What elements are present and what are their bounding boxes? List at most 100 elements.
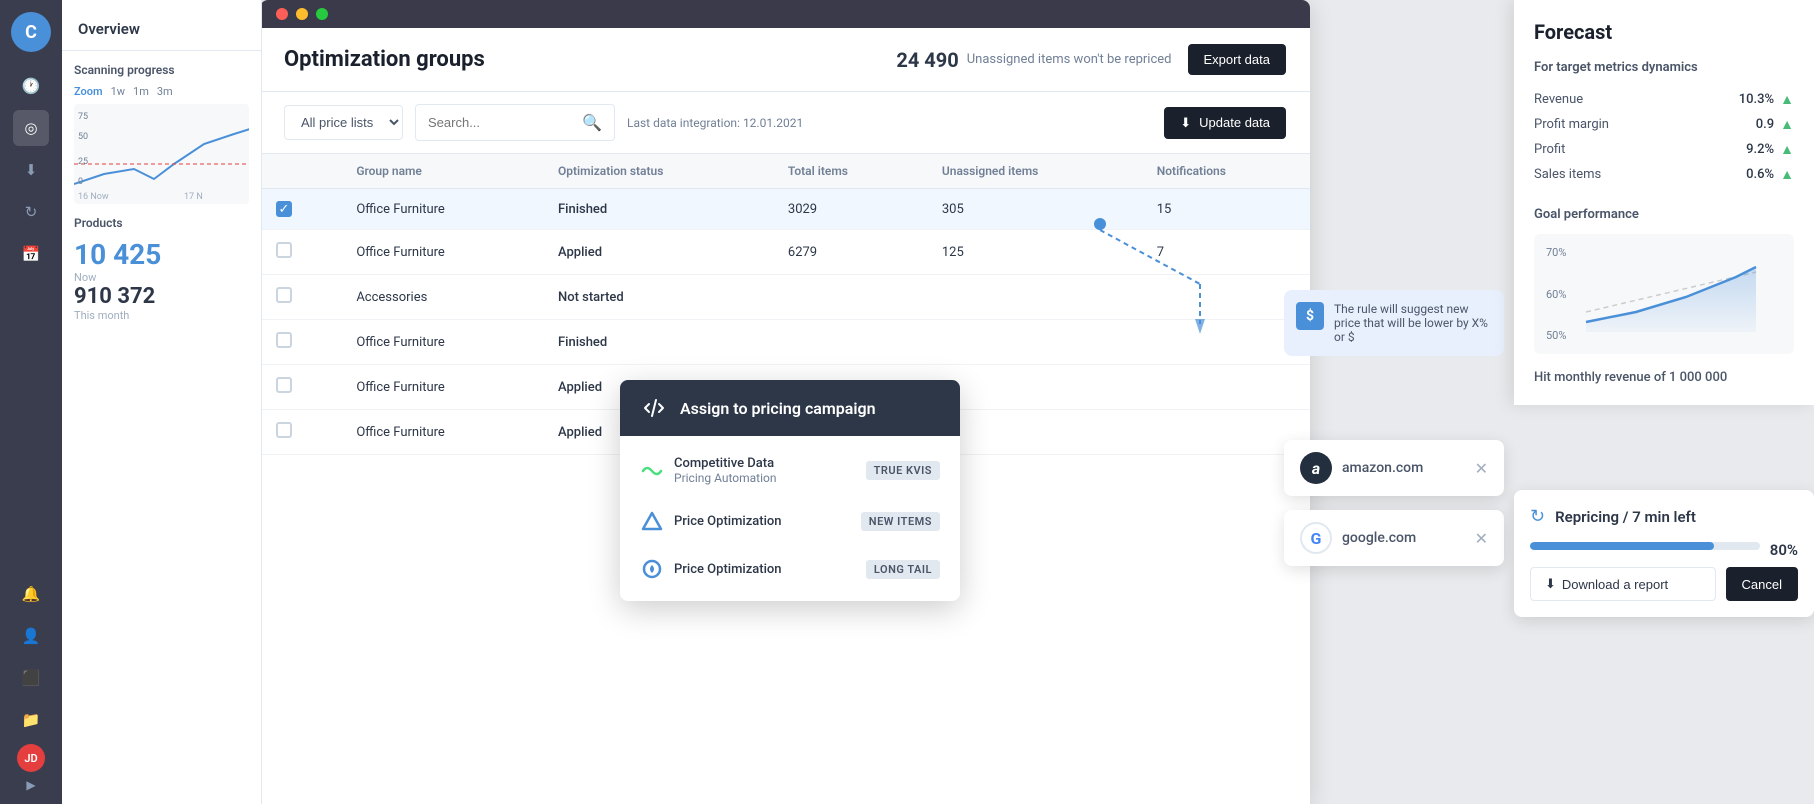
row-group-name: Office Furniture — [340, 189, 542, 230]
sidebar: C 🕐 ◎ ⬇ ↻ 📅 🔔 👤 ⬛ 📁 JD ▶ — [0, 0, 62, 804]
svg-text:75: 75 — [78, 112, 88, 122]
sidebar-item-calendar[interactable]: 📅 — [13, 236, 49, 272]
row-total: 3029 — [772, 189, 926, 230]
search-box: 🔍 — [415, 104, 615, 141]
zoom-option-1w[interactable]: 1w — [111, 85, 125, 98]
table-row[interactable]: Accessories Not started — [260, 275, 1310, 320]
row-notifications: 7 — [1141, 230, 1310, 275]
opt-header-right: 24 490 Unassigned items won't be reprice… — [896, 44, 1286, 75]
download-report-button[interactable]: ⬇ Download a report — [1530, 567, 1716, 601]
zoom-option-zoom[interactable]: Zoom — [74, 85, 103, 98]
window-titlebar — [260, 0, 1310, 28]
update-data-button[interactable]: ⬇ Update data — [1164, 107, 1286, 139]
download-icon: ⬇ — [1545, 576, 1556, 592]
close-window-icon[interactable] — [276, 8, 288, 20]
app-logo[interactable]: C — [11, 12, 51, 52]
overview-panel: Overview Scanning progress Zoom 1w 1m 3m… — [62, 0, 262, 804]
true-kvis-tag: TRUE KVIS — [866, 461, 940, 480]
row-checkbox[interactable] — [276, 332, 292, 348]
assign-item-price-opt-long[interactable]: Price Optimization LONG TAIL — [620, 545, 960, 593]
assign-popup-title: Assign to pricing campaign — [680, 399, 876, 418]
search-input[interactable] — [428, 115, 574, 130]
progress-section: 80% — [1530, 541, 1798, 559]
row-checkbox[interactable] — [276, 377, 292, 393]
sidebar-item-download[interactable]: ⬇ — [13, 152, 49, 188]
repricing-refresh-icon: ↻ — [1530, 506, 1545, 527]
export-data-button[interactable]: Export data — [1188, 44, 1287, 75]
products-month-count: 910 372 — [74, 284, 249, 309]
user-avatar[interactable]: JD — [17, 744, 45, 772]
sidebar-item-history[interactable]: 🕐 — [13, 68, 49, 104]
sidebar-expand-icon[interactable]: ▶ — [26, 778, 35, 792]
cancel-repricing-button[interactable]: Cancel — [1726, 567, 1798, 601]
row-total: 6279 — [772, 230, 926, 275]
metric-sales: Sales items 0.6% ▲ — [1534, 162, 1794, 187]
assign-item-competitive[interactable]: Competitive Data Pricing Automation TRUE… — [620, 444, 960, 497]
amazon-name: amazon.com — [1342, 460, 1423, 476]
assign-item-price-opt-new[interactable]: Price Optimization NEW ITEMS — [620, 497, 960, 545]
assign-item-left: Price Optimization — [640, 557, 782, 581]
zoom-controls: Zoom 1w 1m 3m — [74, 85, 249, 98]
google-competitor-panel: G google.com ✕ — [1284, 510, 1504, 566]
progress-fill — [1530, 542, 1714, 550]
row-group-name: Office Furniture — [340, 320, 542, 365]
table-row[interactable]: Office Furniture Finished — [260, 320, 1310, 365]
forecast-panel: Forecast For target metrics dynamics Rev… — [1514, 0, 1814, 405]
svg-text:50: 50 — [78, 132, 88, 142]
price-list-select[interactable]: All price lists — [284, 105, 403, 140]
status-badge: Finished — [558, 335, 607, 350]
unassigned-badge: 24 490 Unassigned items won't be reprice… — [896, 48, 1171, 72]
status-badge: Not started — [558, 290, 624, 305]
table-row[interactable]: Office Furniture Applied 6279 125 7 — [260, 230, 1310, 275]
amazon-close-icon[interactable]: ✕ — [1475, 459, 1488, 478]
row-notifications — [1141, 365, 1310, 410]
goal-performance-chart: 70% 60% 50% — [1534, 234, 1794, 354]
sidebar-item-bell[interactable]: 🔔 — [13, 576, 49, 612]
table-row[interactable]: ✓ Office Furniture Finished 3029 305 15 — [260, 189, 1310, 230]
rule-text: The rule will suggest new price that wil… — [1334, 302, 1492, 344]
google-close-icon[interactable]: ✕ — [1475, 529, 1488, 548]
row-unassigned: 125 — [926, 230, 1141, 275]
minimize-window-icon[interactable] — [296, 8, 308, 20]
new-items-tag: NEW ITEMS — [861, 512, 940, 531]
metric-revenue-value: 10.3% ▲ — [1739, 91, 1794, 108]
assign-popup-body: Competitive Data Pricing Automation TRUE… — [620, 436, 960, 601]
zoom-option-3m[interactable]: 3m — [157, 85, 173, 98]
scanning-progress-label: Scanning progress — [74, 63, 249, 77]
row-checkbox[interactable] — [276, 422, 292, 438]
repricing-header: ↻ Repricing / 7 min left — [1530, 506, 1798, 527]
col-checkbox — [260, 154, 340, 189]
progress-percentage: 80% — [1770, 541, 1798, 559]
row-checkbox[interactable] — [276, 242, 292, 258]
hit-revenue-label: Hit monthly revenue of 1 000 000 — [1534, 370, 1794, 385]
sidebar-item-target[interactable]: ◎ — [13, 110, 49, 146]
assign-pricing-popup: Assign to pricing campaign Competitive D… — [620, 380, 960, 601]
row-checkbox[interactable] — [276, 287, 292, 303]
row-unassigned — [926, 275, 1141, 320]
products-month-label: This month — [74, 309, 249, 322]
sidebar-item-folder[interactable]: 📁 — [13, 702, 49, 738]
assign-item-left: Competitive Data Pricing Automation — [640, 456, 777, 485]
sidebar-item-grid[interactable]: ⬛ — [13, 660, 49, 696]
price-optimization-icon-1 — [640, 509, 664, 533]
assign-item-left: Price Optimization — [640, 509, 782, 533]
assign-popup-header: Assign to pricing campaign — [620, 380, 960, 436]
download-icon: ⬇ — [1180, 115, 1191, 131]
zoom-option-1m[interactable]: 1m — [133, 85, 149, 98]
assign-icon — [640, 394, 668, 422]
row-checkbox[interactable]: ✓ — [276, 201, 292, 217]
metric-sales-value: 0.6% ▲ — [1746, 166, 1794, 183]
row-total — [772, 320, 926, 365]
sidebar-item-refresh[interactable]: ↻ — [13, 194, 49, 230]
forecast-title: Forecast — [1534, 20, 1794, 44]
amazon-logo-icon: a — [1300, 452, 1332, 484]
maximize-window-icon[interactable] — [316, 8, 328, 20]
unassigned-text: Unassigned items won't be repriced — [967, 52, 1172, 67]
svg-text:0: 0 — [78, 177, 83, 187]
logo-text: C — [25, 22, 37, 43]
unassigned-count: 24 490 — [896, 48, 958, 72]
metric-profit: Profit 9.2% ▲ — [1534, 137, 1794, 162]
metric-revenue: Revenue 10.3% ▲ — [1534, 87, 1794, 112]
sidebar-item-user[interactable]: 👤 — [13, 618, 49, 654]
rule-content: $ The rule will suggest new price that w… — [1296, 302, 1492, 344]
